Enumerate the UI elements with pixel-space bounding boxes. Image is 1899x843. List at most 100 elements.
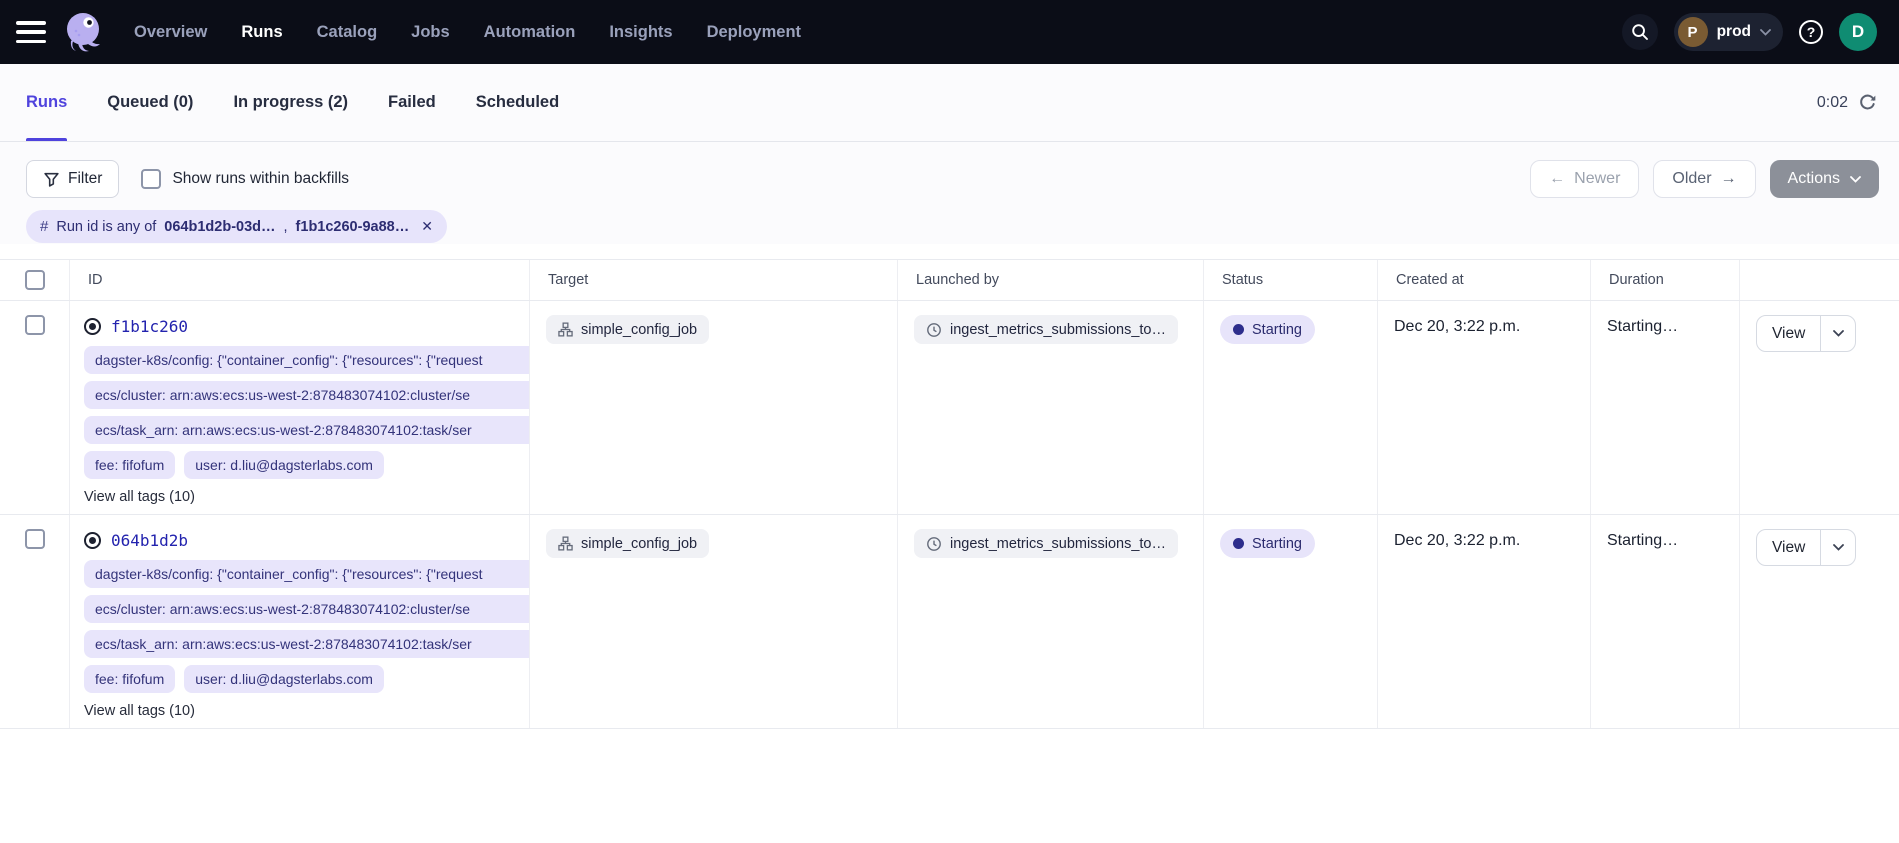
status-dot-icon <box>1233 324 1244 335</box>
deployment-badge: P <box>1678 17 1708 47</box>
chevron-down-icon <box>1850 176 1861 183</box>
created-at-value: Dec 20, 3:22 p.m. <box>1378 515 1591 728</box>
run-tag[interactable]: dagster-k8s/config: {"container_config":… <box>84 346 529 374</box>
status-dot-icon <box>1233 538 1244 549</box>
deployment-switcher[interactable]: P prod <box>1674 13 1783 51</box>
hash-icon: # <box>40 218 48 235</box>
help-icon[interactable]: ? <box>1799 20 1823 44</box>
column-header-created-at: Created at <box>1378 260 1591 300</box>
target-job-pill[interactable]: simple_config_job <box>546 529 709 558</box>
nav-item-catalog[interactable]: Catalog <box>317 23 378 42</box>
created-at-value: Dec 20, 3:22 p.m. <box>1378 301 1591 514</box>
target-job-pill[interactable]: simple_config_job <box>546 315 709 344</box>
column-header-actions <box>1740 260 1899 300</box>
launched-by-pill[interactable]: ingest_metrics_submissions_to… <box>914 315 1178 344</box>
older-button-label: Older <box>1672 170 1711 188</box>
view-run-button[interactable]: View <box>1757 316 1821 351</box>
close-icon[interactable]: ✕ <box>421 218 433 235</box>
tab-in-progress[interactable]: In progress (2) <box>233 64 348 141</box>
newer-button[interactable]: ← Newer <box>1530 160 1639 198</box>
runs-toolbar: Filter Show runs within backfills ← Newe… <box>0 142 1899 198</box>
run-tag[interactable]: user: d.liu@dagsterlabs.com <box>184 665 384 693</box>
column-header-target: Target <box>530 260 898 300</box>
show-backfills-toggle[interactable]: Show runs within backfills <box>141 169 349 189</box>
run-starting-spinner-icon <box>84 532 101 549</box>
status-badge: Starting <box>1220 529 1315 558</box>
tab-failed[interactable]: Failed <box>388 64 436 141</box>
view-dropdown-chevron-icon[interactable] <box>1821 316 1855 351</box>
older-button[interactable]: Older → <box>1653 160 1755 198</box>
table-row: 064b1d2b dagster-k8s/config: {"container… <box>0 515 1899 729</box>
duration-value: Starting… <box>1591 515 1740 728</box>
chevron-down-icon <box>1760 29 1771 36</box>
show-backfills-label: Show runs within backfills <box>172 170 349 188</box>
filter-chip-run-id-1: 064b1d2b-03d… <box>164 219 275 235</box>
run-tag[interactable]: fee: fifofum <box>84 451 175 479</box>
user-avatar[interactable]: D <box>1839 13 1877 51</box>
launched-by-pill[interactable]: ingest_metrics_submissions_to… <box>914 529 1178 558</box>
status-label: Starting <box>1252 322 1302 338</box>
top-navigation-bar: Overview Runs Catalog Jobs Automation In… <box>0 0 1899 64</box>
job-icon <box>558 322 573 337</box>
column-header-launched-by: Launched by <box>898 260 1204 300</box>
runs-tabs-row: Runs Queued (0) In progress (2) Failed S… <box>0 64 1899 142</box>
run-tag[interactable]: user: d.liu@dagsterlabs.com <box>184 451 384 479</box>
actions-button[interactable]: Actions <box>1770 160 1879 198</box>
table-header-row: ID Target Launched by Status Created at … <box>0 260 1899 301</box>
launched-by-name: ingest_metrics_submissions_to… <box>950 322 1166 338</box>
column-header-duration: Duration <box>1591 260 1740 300</box>
view-all-tags-link[interactable]: View all tags (10) <box>84 489 529 505</box>
nav-item-overview[interactable]: Overview <box>134 23 207 42</box>
tab-queued[interactable]: Queued (0) <box>107 64 193 141</box>
run-tag[interactable]: ecs/cluster: arn:aws:ecs:us-west-2:87848… <box>84 381 529 409</box>
run-tag[interactable]: ecs/task_arn: arn:aws:ecs:us-west-2:8784… <box>84 630 529 658</box>
primary-nav: Overview Runs Catalog Jobs Automation In… <box>134 23 801 42</box>
job-icon <box>558 536 573 551</box>
status-badge: Starting <box>1220 315 1315 344</box>
hamburger-menu-icon[interactable] <box>16 21 46 43</box>
runs-table: ID Target Launched by Status Created at … <box>0 259 1899 729</box>
run-tag[interactable]: ecs/task_arn: arn:aws:ecs:us-west-2:8784… <box>84 416 529 444</box>
filter-chip-separator: , <box>284 219 288 235</box>
row-checkbox[interactable] <box>25 315 45 335</box>
actions-button-label: Actions <box>1788 170 1840 188</box>
table-row: f1b1c260 dagster-k8s/config: {"container… <box>0 301 1899 515</box>
show-backfills-checkbox[interactable] <box>141 169 161 189</box>
deployment-name: prod <box>1717 23 1751 41</box>
arrow-left-icon: ← <box>1549 170 1565 188</box>
duration-value: Starting… <box>1591 301 1740 514</box>
filter-button-label: Filter <box>68 170 102 188</box>
tab-scheduled[interactable]: Scheduled <box>476 64 559 141</box>
nav-item-runs[interactable]: Runs <box>241 23 282 42</box>
nav-item-jobs[interactable]: Jobs <box>411 23 450 42</box>
tab-runs[interactable]: Runs <box>26 64 67 141</box>
clock-icon <box>926 322 942 338</box>
run-tag[interactable]: dagster-k8s/config: {"container_config":… <box>84 560 529 588</box>
row-checkbox[interactable] <box>25 529 45 549</box>
column-header-status: Status <box>1204 260 1378 300</box>
dagster-logo[interactable] <box>60 9 106 55</box>
nav-item-automation[interactable]: Automation <box>484 23 576 42</box>
nav-item-deployment[interactable]: Deployment <box>707 23 801 42</box>
run-id-filter-chip[interactable]: # Run id is any of 064b1d2b-03d… , f1b1c… <box>26 210 447 243</box>
run-tag[interactable]: fee: fifofum <box>84 665 175 693</box>
view-run-button[interactable]: View <box>1757 530 1821 565</box>
filter-button[interactable]: Filter <box>26 160 119 198</box>
run-tag[interactable]: ecs/cluster: arn:aws:ecs:us-west-2:87848… <box>84 595 529 623</box>
run-id-link[interactable]: 064b1d2b <box>111 531 188 550</box>
active-filters-row: # Run id is any of 064b1d2b-03d… , f1b1c… <box>0 198 1899 244</box>
newer-button-label: Newer <box>1574 170 1620 188</box>
run-id-link[interactable]: f1b1c260 <box>111 317 188 336</box>
view-dropdown-chevron-icon[interactable] <box>1821 530 1855 565</box>
refresh-icon[interactable] <box>1858 93 1877 112</box>
launched-by-name: ingest_metrics_submissions_to… <box>950 536 1166 552</box>
filter-chip-run-id-2: f1b1c260-9a88… <box>296 219 410 235</box>
target-job-name: simple_config_job <box>581 536 697 552</box>
status-label: Starting <box>1252 536 1302 552</box>
select-all-checkbox[interactable] <box>25 270 45 290</box>
nav-item-insights[interactable]: Insights <box>609 23 672 42</box>
view-all-tags-link[interactable]: View all tags (10) <box>84 703 529 719</box>
search-button[interactable] <box>1622 14 1658 50</box>
search-icon <box>1630 22 1650 42</box>
clock-icon <box>926 536 942 552</box>
